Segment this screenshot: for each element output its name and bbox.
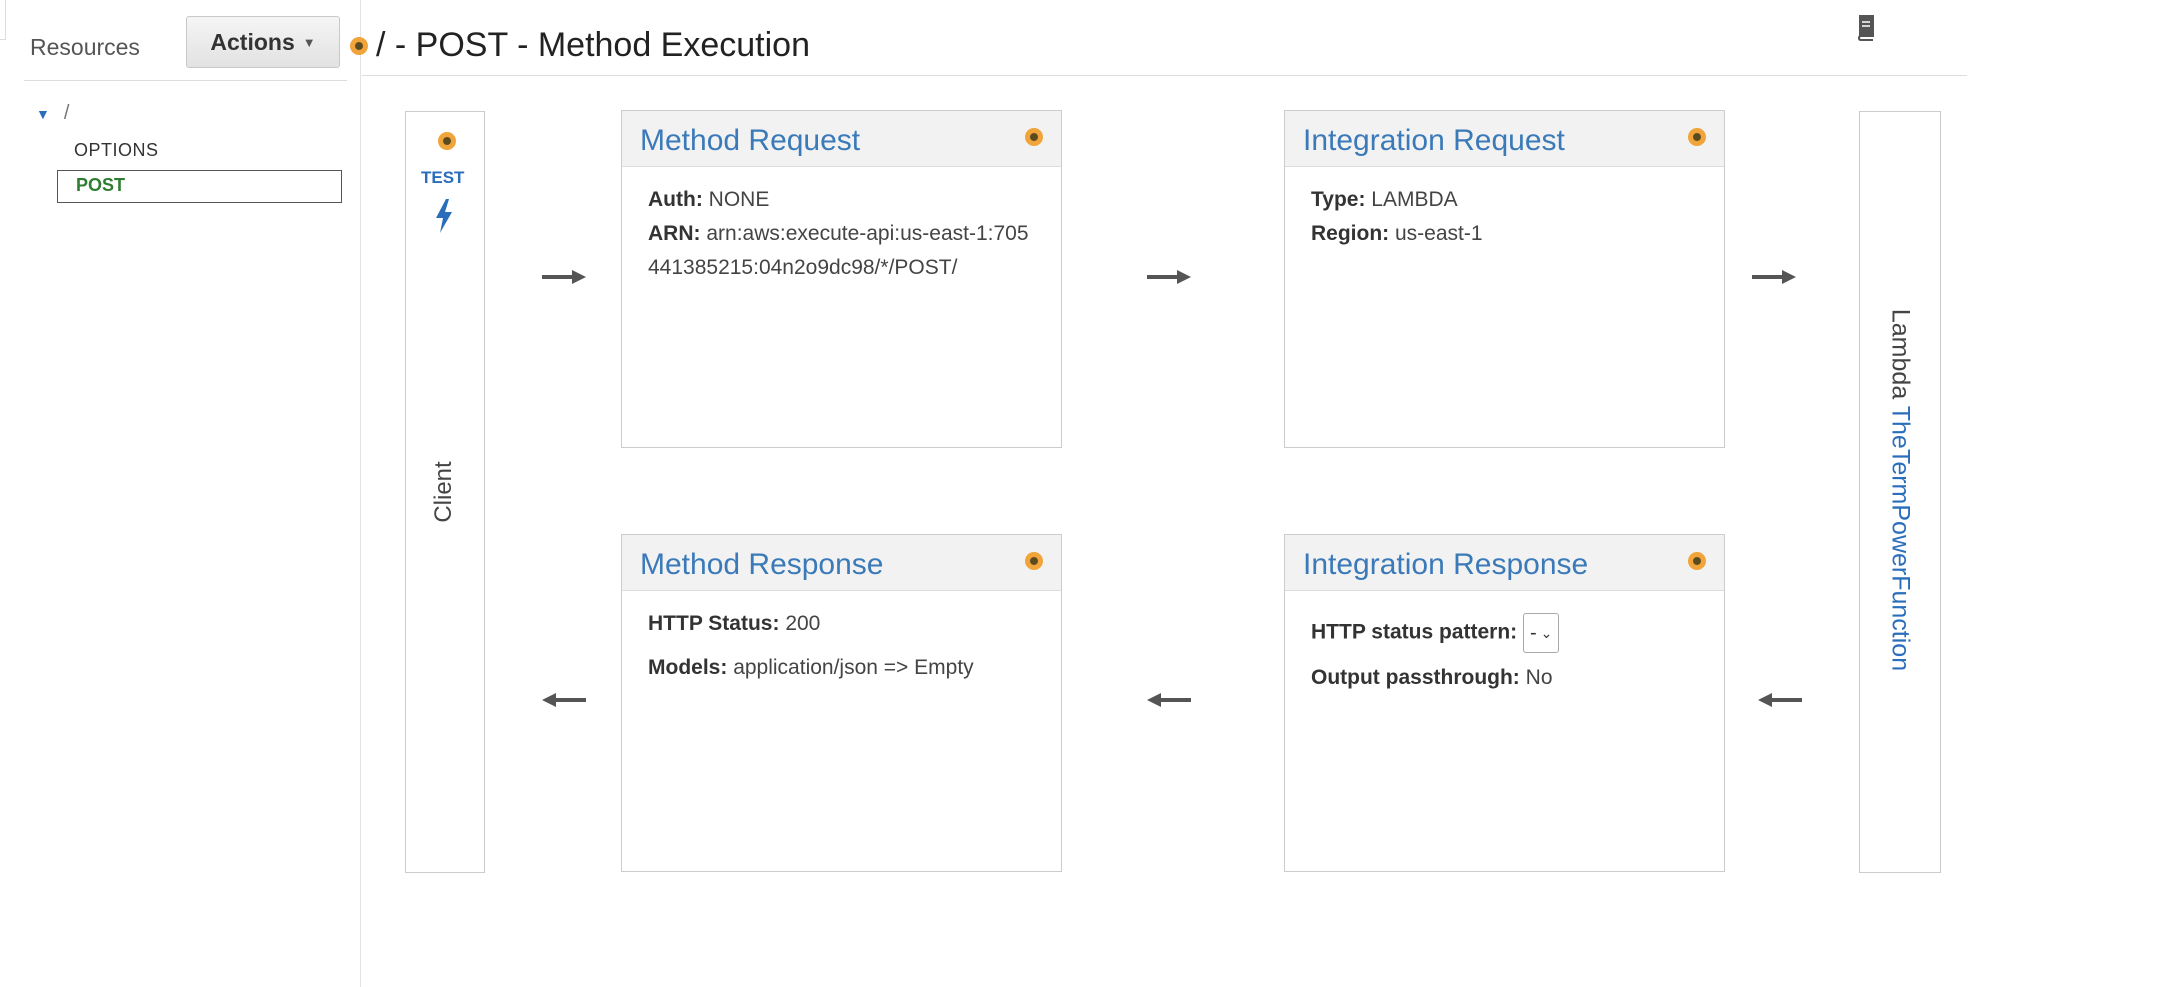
passthrough-value: No (1525, 666, 1553, 689)
auth-row: Auth: NONE (648, 183, 1035, 217)
arrow-left-icon (1147, 693, 1191, 707)
http-status-row: HTTP Status: 200 (648, 607, 1035, 641)
models-row: Models: application/json => Empty (648, 651, 1035, 685)
status-dot-icon (1025, 552, 1043, 570)
status-pattern-value: - (1529, 622, 1537, 644)
actions-button-label: Actions (210, 28, 295, 55)
method-response-link[interactable]: Method Response (640, 548, 884, 582)
arrow-left-icon (542, 693, 586, 707)
chevron-down-icon: ⌄ (1540, 625, 1553, 641)
auth-value: NONE (708, 188, 770, 211)
card-body: Auth: NONE ARN: arn:aws:execute-api:us-e… (622, 167, 1061, 301)
arrow-right-icon (542, 270, 586, 284)
tree-item-post[interactable]: POST (57, 170, 342, 203)
actions-button[interactable]: Actions ▼ (186, 16, 340, 68)
type-value: LAMBDA (1371, 188, 1458, 211)
integration-request-card: Integration Request Type: LAMBDA Region:… (1284, 110, 1725, 448)
status-dot-icon (1688, 552, 1706, 570)
divider (362, 75, 1967, 76)
arrow-right-icon (1752, 270, 1796, 284)
http-status-label: HTTP Status: (648, 612, 780, 635)
method-response-card: Method Response HTTP Status: 200 Models:… (621, 534, 1062, 872)
test-link[interactable]: TEST (421, 168, 464, 188)
status-pattern-row: HTTP status pattern: - ⌄ (1311, 613, 1698, 653)
http-status-value: 200 (785, 612, 821, 635)
status-dot-icon (1025, 128, 1043, 146)
page-title: / - POST - Method Execution (376, 26, 810, 64)
card-header: Method Request (622, 111, 1061, 167)
arn-value: arn:aws:execute-api:us-east-1:7054413852… (648, 222, 1029, 279)
models-label: Models: (648, 656, 728, 679)
region-value: us-east-1 (1395, 222, 1483, 245)
auth-label: Auth: (648, 188, 703, 211)
card-body: HTTP Status: 200 Models: application/jso… (622, 591, 1061, 701)
passthrough-row: Output passthrough: No (1311, 661, 1698, 695)
status-pattern-select[interactable]: - ⌄ (1522, 613, 1560, 653)
integration-response-link[interactable]: Integration Response (1303, 548, 1588, 582)
status-dot-icon (1688, 128, 1706, 146)
status-dot-icon (350, 37, 368, 55)
client-label: Client (430, 461, 457, 523)
models-value: application/json => Empty (733, 656, 974, 679)
card-header: Method Response (622, 535, 1061, 591)
method-request-card: Method Request Auth: NONE ARN: arn:aws:e… (621, 110, 1062, 448)
type-label: Type: (1311, 188, 1366, 211)
tree-root-label[interactable]: / (64, 102, 70, 125)
resources-label: Resources (30, 34, 140, 60)
lightning-icon[interactable] (433, 198, 455, 234)
integration-response-card: Integration Response HTTP status pattern… (1284, 534, 1725, 872)
tree-root[interactable]: ▼ / (36, 102, 69, 125)
arrow-left-icon (1758, 693, 1802, 707)
book-icon[interactable] (1856, 14, 1876, 42)
integration-request-link[interactable]: Integration Request (1303, 124, 1565, 158)
lambda-prefix: Lambda (1886, 308, 1915, 400)
type-row: Type: LAMBDA (1311, 183, 1698, 217)
card-header: Integration Response (1285, 535, 1724, 591)
arrow-right-icon (1147, 270, 1191, 284)
divider (24, 80, 347, 81)
panel-edge (0, 0, 6, 40)
passthrough-label: Output passthrough: (1311, 666, 1520, 689)
card-body: Type: LAMBDA Region: us-east-1 (1285, 167, 1724, 267)
tree-item-options[interactable]: OPTIONS (74, 140, 159, 161)
method-request-link[interactable]: Method Request (640, 124, 860, 158)
lambda-function-link[interactable]: TheTermPowerFunction (1887, 406, 1915, 671)
resources-panel (0, 0, 361, 987)
status-pattern-label: HTTP status pattern: (1311, 620, 1518, 644)
lambda-label: Lambda TheTermPowerFunction (1886, 309, 1915, 671)
region-label: Region: (1311, 222, 1390, 245)
status-dot-icon (438, 132, 456, 150)
arn-label: ARN: (648, 222, 701, 245)
arn-row: ARN: arn:aws:execute-api:us-east-1:70544… (648, 217, 1035, 285)
card-header: Integration Request (1285, 111, 1724, 167)
region-row: Region: us-east-1 (1311, 217, 1698, 251)
caret-down-icon[interactable]: ▼ (36, 106, 50, 122)
caret-down-icon: ▼ (302, 34, 316, 50)
card-body: HTTP status pattern: - ⌄ Output passthro… (1285, 591, 1724, 711)
